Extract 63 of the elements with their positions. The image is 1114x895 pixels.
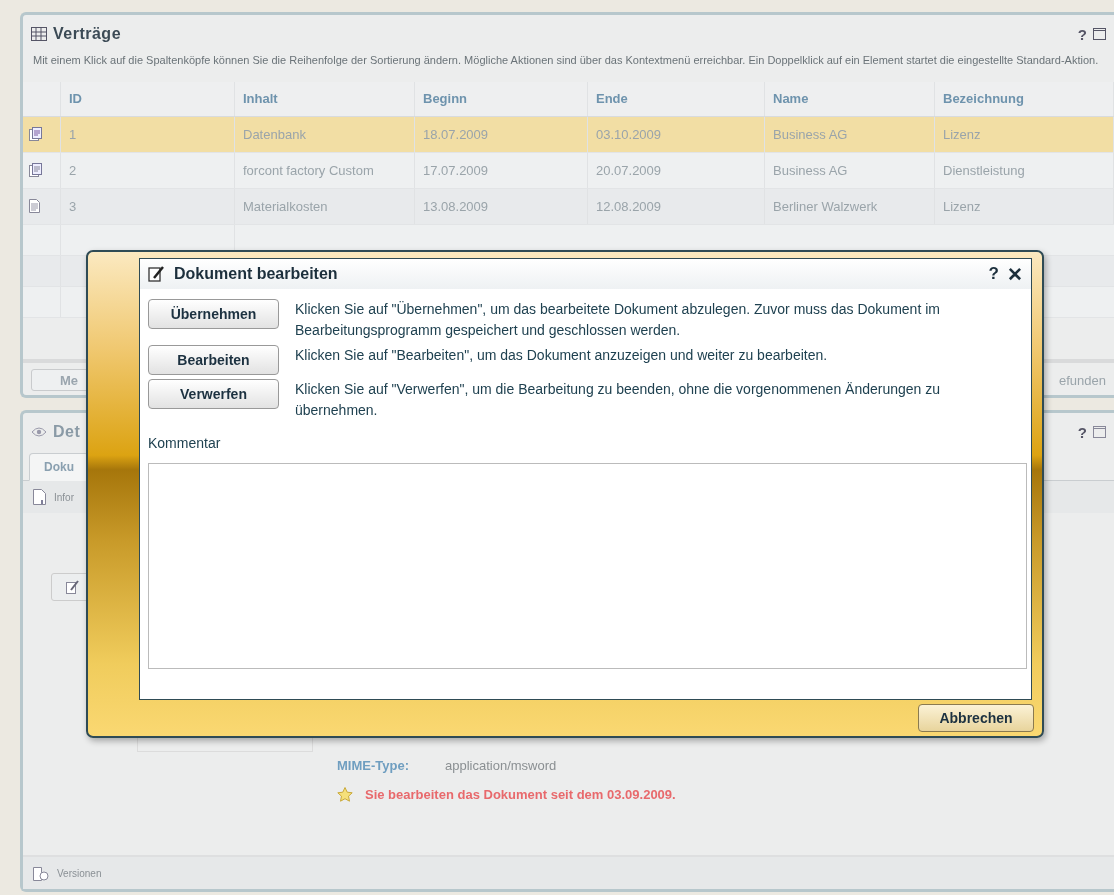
column-header[interactable]: ID xyxy=(61,81,235,116)
table-cell: Berliner Walzwerk xyxy=(765,188,935,224)
table-cell: 18.07.2009 xyxy=(415,116,588,152)
field-label: MIME-Type: xyxy=(337,758,409,773)
maximize-icon[interactable] xyxy=(1093,426,1106,438)
table-cell: forcont factory Custom xyxy=(235,152,415,188)
document-icon xyxy=(29,199,40,214)
table-cell: Business AG xyxy=(765,152,935,188)
panel-title: Verträge xyxy=(53,25,122,43)
action-button[interactable]: Übernehmen xyxy=(148,299,279,329)
help-icon[interactable]: ? xyxy=(1077,25,1087,43)
table-cell: Lizenz xyxy=(935,188,1114,224)
column-header[interactable]: Inhalt xyxy=(235,81,415,116)
table-cell: 3 xyxy=(61,188,235,224)
table-cell: 12.08.2009 xyxy=(588,188,765,224)
notice-text: Sie bearbeiten das Dokument seit dem 03.09.2009. xyxy=(365,787,676,802)
dialog-title: Dokument bearbeiten xyxy=(174,265,338,283)
table-cell: Business AG xyxy=(765,116,935,152)
comment-field[interactable] xyxy=(148,463,1027,669)
pencil-icon xyxy=(66,579,80,595)
toolbar-item[interactable]: Infor xyxy=(54,491,74,503)
eye-icon xyxy=(31,427,47,437)
table-row[interactable]: 3 Materialkosten 13.08.2009 12.08.2009 Berliner Walzwerk Lizenz xyxy=(23,188,1114,225)
column-header[interactable]: Ende xyxy=(588,81,765,116)
table-cell: Lizenz xyxy=(935,116,1114,152)
cancel-button[interactable]: Abbrechen xyxy=(918,704,1034,732)
column-header[interactable]: Beginn xyxy=(415,81,588,116)
document-info-icon xyxy=(33,489,46,505)
tab[interactable]: Doku xyxy=(29,453,89,481)
grid-icon xyxy=(31,27,47,41)
table-cell: 20.07.2009 xyxy=(588,152,765,188)
status-text: efunden xyxy=(1059,372,1106,388)
edit-icon xyxy=(148,265,166,283)
contract-icon xyxy=(29,163,42,178)
versions-icon xyxy=(33,865,49,881)
table-cell: 2 xyxy=(61,152,235,188)
contract-icon xyxy=(29,127,42,142)
table-cell: Dienstleistung xyxy=(935,152,1114,188)
table-cell: Materialkosten xyxy=(235,188,415,224)
help-icon[interactable]: ? xyxy=(988,264,999,284)
table-cell: 03.10.2009 xyxy=(588,116,765,152)
column-header[interactable]: Bezeichnung xyxy=(935,81,1114,116)
panel-title: Det xyxy=(53,423,81,441)
table-cell: 17.07.2009 xyxy=(415,152,588,188)
panel-description: Mit einem Klick auf die Spaltenköpfe können Sie die Reihenfolge der Sortierung ändern. Mögliche Aktionen sind über das Kontextmenü erreichbar. Ein Doppelklick auf ein Element startet die eingestellte Standard-Aktion. xyxy=(33,53,1100,68)
table-row[interactable]: 1 Datenbank 18.07.2009 03.10.2009 Business AG Lizenz xyxy=(23,116,1114,153)
star-icon xyxy=(337,787,353,802)
table-cell: Datenbank xyxy=(235,116,415,152)
maximize-icon[interactable] xyxy=(1093,28,1106,40)
column-header[interactable]: Name xyxy=(765,81,935,116)
footer-item[interactable]: Versionen xyxy=(57,867,102,879)
field-value: application/msword xyxy=(445,758,557,773)
table-cell: 1 xyxy=(61,116,235,152)
action-description: Klicken Sie auf "Verwerfen", um die Bearbeitung zu beenden, ohne die vorgenommenen Änderungen zu übernehmen. xyxy=(295,380,942,420)
action-button[interactable]: Bearbeiten xyxy=(148,345,279,375)
help-icon[interactable]: ? xyxy=(1077,423,1087,441)
table-cell: 13.08.2009 xyxy=(415,188,588,224)
action-description: Klicken Sie auf "Bearbeiten", um das Dokument anzuzeigen und weiter zu bearbeiten. xyxy=(295,346,829,365)
table-row[interactable]: 2 forcont factory Custom 17.07.2009 20.07.2009 Business AG Dienstleistung xyxy=(23,152,1114,189)
close-icon[interactable]: ✕ xyxy=(1007,262,1023,286)
action-description: Klicken Sie auf "Übernehmen", um das bearbeitete Dokument abzulegen. Zuvor muss das Dokument im Bearbeitungsprogramm gespeichert und geschlossen werden. xyxy=(295,300,941,340)
comment-label: Kommentar xyxy=(147,434,222,453)
action-button[interactable]: Verwerfen xyxy=(148,379,279,409)
